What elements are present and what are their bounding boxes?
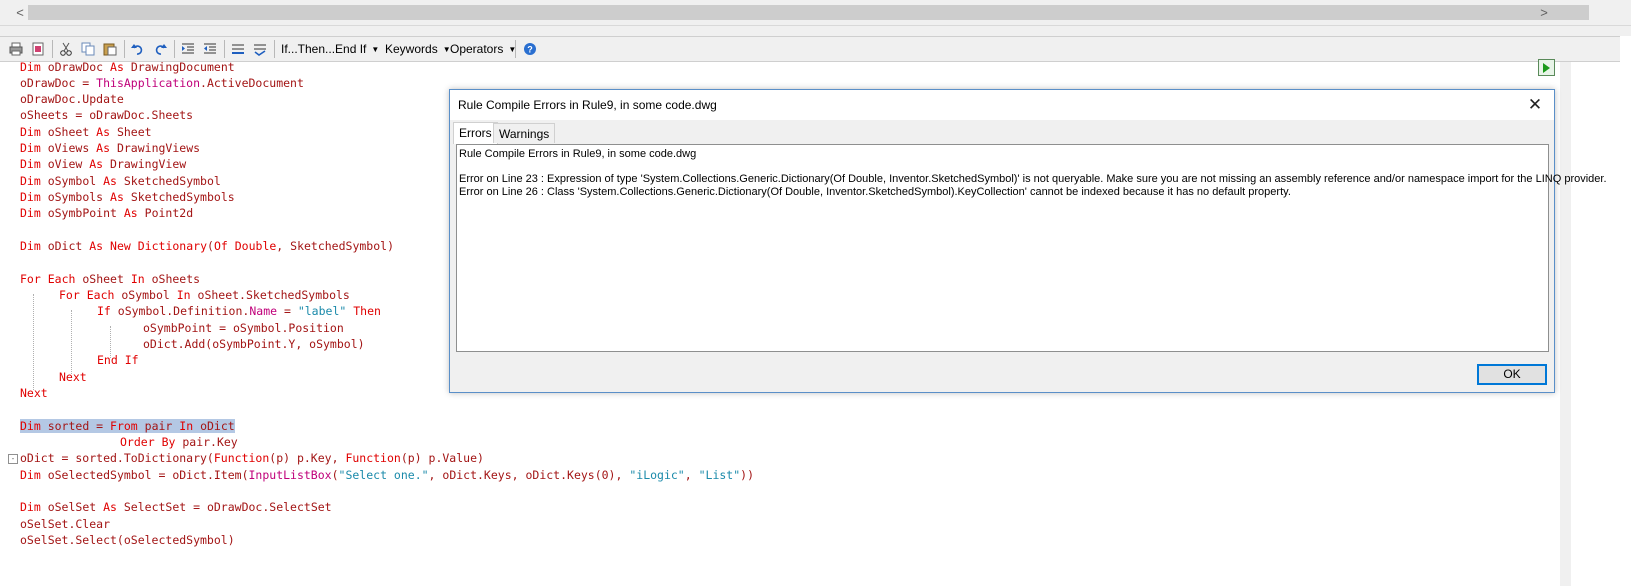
code-line: oSheets = oDrawDoc.Sheets bbox=[20, 108, 194, 122]
svg-text:?: ? bbox=[527, 45, 533, 55]
run-icon[interactable] bbox=[1538, 59, 1555, 76]
code-line: Dim oSymbol As SketchedSymbol bbox=[20, 174, 221, 188]
ok-button[interactable]: OK bbox=[1477, 364, 1547, 385]
chevron-down-icon: ▼ bbox=[371, 45, 380, 54]
scroll-left-arrow[interactable]: < bbox=[12, 4, 28, 21]
panel-gap bbox=[0, 26, 1631, 36]
code-line: For Each oSheet In oSheets bbox=[20, 272, 201, 286]
help-icon[interactable]: ? bbox=[522, 41, 538, 57]
code-line: If oSymbol.Definition.Name = "label" The… bbox=[97, 304, 381, 318]
print-preview-icon[interactable] bbox=[30, 41, 46, 57]
paste-icon[interactable] bbox=[102, 41, 118, 57]
code-line: End If bbox=[97, 353, 139, 367]
code-line: Next bbox=[59, 370, 87, 384]
toolbar-separator bbox=[52, 40, 53, 58]
toolbar-separator bbox=[124, 40, 125, 58]
compile-errors-dialog: Rule Compile Errors in Rule9, in some co… bbox=[449, 89, 1607, 393]
dialog-titlebar[interactable]: Rule Compile Errors in Rule9, in some co… bbox=[450, 90, 1554, 120]
code-line-selected: Dim sorted = From pair In oDict bbox=[20, 418, 235, 434]
code-line: Dim oSymbPoint As Point2d bbox=[20, 206, 194, 220]
print-icon[interactable] bbox=[8, 41, 24, 57]
selection-highlight: Dim sorted = From pair In oDict bbox=[20, 419, 235, 433]
redo-icon[interactable] bbox=[152, 41, 168, 57]
fold-marker[interactable]: - bbox=[8, 454, 18, 464]
code-line: oDrawDoc = ThisApplication.ActiveDocumen… bbox=[20, 76, 304, 90]
editor-toolbar: If...Then...End If ▼ Keywords ▼ Operators ▼… bbox=[0, 36, 1620, 62]
indent-guide bbox=[71, 310, 72, 374]
code-line: Next bbox=[20, 386, 48, 400]
if-then-label: If...Then...End If bbox=[281, 42, 367, 56]
toolbar-separator bbox=[515, 40, 516, 58]
code-line: Dim oSelectedSymbol = oDict.Item(InputLi… bbox=[20, 468, 754, 482]
copy-icon[interactable] bbox=[80, 41, 96, 57]
undo-icon[interactable] bbox=[130, 41, 146, 57]
code-line: Dim oViews As DrawingViews bbox=[20, 141, 201, 155]
code-line: Dim oSheet As Sheet bbox=[20, 125, 152, 139]
code-line: oDict.Add(oSymbPoint.Y, oSymbol) bbox=[143, 337, 365, 351]
dialog-title: Rule Compile Errors in Rule9, in some co… bbox=[458, 98, 717, 112]
outdent-icon[interactable] bbox=[202, 41, 218, 57]
indent-guide bbox=[33, 294, 34, 390]
code-line: For Each oSymbol In oSheet.SketchedSymbo… bbox=[59, 288, 350, 302]
code-line: Order By pair.Key bbox=[120, 435, 238, 449]
vertical-scrollbar[interactable] bbox=[1560, 62, 1571, 586]
tab-warnings[interactable]: Warnings bbox=[493, 123, 556, 143]
errors-text: Rule Compile Errors in Rule9, in some co… bbox=[459, 148, 1607, 198]
toolbar-separator bbox=[174, 40, 175, 58]
horizontal-scrollbar[interactable]: < > bbox=[0, 0, 1631, 26]
toolbar-separator bbox=[274, 40, 275, 58]
operators-label: Operators bbox=[450, 42, 504, 56]
code-line: Dim oDrawDoc As DrawingDocument bbox=[20, 62, 235, 74]
code-line: oSymbPoint = oSymbol.Position bbox=[143, 321, 344, 335]
keywords-dropdown[interactable]: Keywords ▼ bbox=[385, 37, 451, 61]
if-then-snippet-dropdown[interactable]: If...Then...End If ▼ bbox=[281, 37, 379, 61]
keywords-label: Keywords bbox=[385, 42, 438, 56]
cut-icon[interactable] bbox=[58, 41, 74, 57]
scroll-thumb[interactable] bbox=[28, 5, 1589, 20]
code-line: Dim oSelSet As SelectSet = oDrawDoc.Sele… bbox=[20, 500, 332, 514]
close-icon[interactable]: ✕ bbox=[1524, 94, 1546, 116]
uncomment-icon[interactable] bbox=[252, 41, 268, 57]
scroll-right-arrow[interactable]: > bbox=[1536, 4, 1552, 21]
error-line: Error on Line 23 : Expression of type 'S… bbox=[459, 173, 1607, 185]
code-line: oSelSet.Select(oSelectedSymbol) bbox=[20, 533, 235, 547]
code-line: Dim oSymbols As SketchedSymbols bbox=[20, 190, 235, 204]
indent-icon[interactable] bbox=[180, 41, 196, 57]
errors-heading: Rule Compile Errors in Rule9, in some co… bbox=[459, 148, 697, 160]
code-line: oDrawDoc.Update bbox=[20, 92, 124, 106]
code-line: Dim oView As DrawingView bbox=[20, 157, 187, 171]
toolbar-separator bbox=[224, 40, 225, 58]
errors-panel[interactable]: Rule Compile Errors in Rule9, in some co… bbox=[456, 144, 1607, 352]
tab-errors[interactable]: Errors bbox=[453, 122, 498, 144]
operators-dropdown[interactable]: Operators ▼ bbox=[450, 37, 516, 61]
code-line: oSelSet.Clear bbox=[20, 517, 111, 531]
code-line: Dim oDict As New Dictionary(Of Double, S… bbox=[20, 239, 394, 253]
comment-icon[interactable] bbox=[230, 41, 246, 57]
code-line: oDict = sorted.ToDictionary(Function(p) … bbox=[20, 451, 484, 465]
error-line: Error on Line 26 : Class 'System.Collect… bbox=[459, 185, 1291, 198]
